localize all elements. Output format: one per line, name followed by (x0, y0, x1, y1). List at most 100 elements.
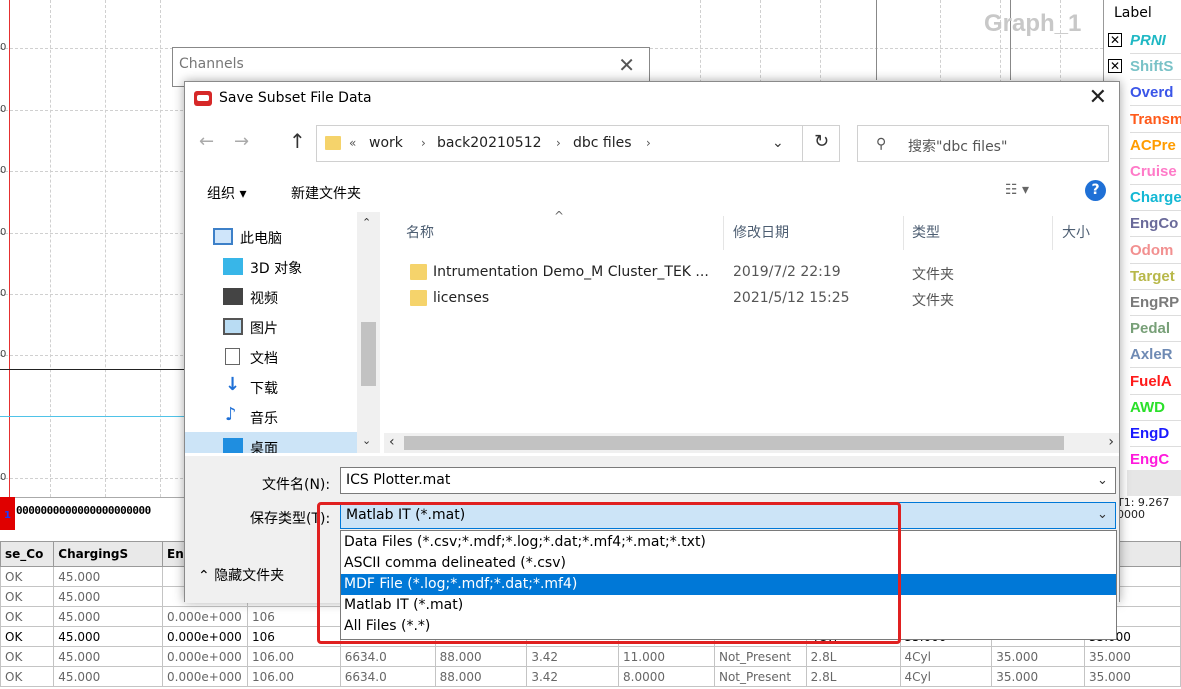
table-cell: OK (0, 626, 55, 647)
label-item[interactable]: Overd (1130, 80, 1181, 107)
chevron-right-icon[interactable]: › (646, 136, 651, 150)
close-icon[interactable]: ✕ (618, 53, 635, 77)
breadcrumb-item[interactable]: dbc files (573, 135, 632, 151)
nav-item-label: 桌面 (250, 441, 278, 453)
label-item[interactable]: Charge (1130, 185, 1181, 212)
table-cell: 3.42 (526, 646, 620, 667)
channels-title: Channels (179, 56, 244, 72)
file-row[interactable]: licenses 2021/5/12 15:25 文件夹 (404, 286, 1104, 312)
table-cell: 11.000 (618, 646, 715, 667)
nav-item-downloads[interactable]: ↓ 下载 (185, 372, 357, 402)
chevron-right-icon[interactable]: › (421, 136, 426, 150)
checkbox-icon[interactable]: ✕ (1108, 59, 1122, 74)
label-item[interactable]: EngD (1130, 421, 1181, 447)
label-item[interactable]: ShiftS (1130, 54, 1181, 81)
chevron-down-icon[interactable]: ⌄ (1097, 507, 1108, 522)
label-scrollbar[interactable] (1127, 470, 1181, 496)
nav-item-label: 音乐 (250, 411, 278, 427)
chevron-down-icon[interactable]: ⌄ (1097, 473, 1108, 488)
forward-arrow-icon[interactable]: → (234, 131, 249, 152)
graph-title: Graph_1 (984, 10, 1082, 37)
label-item[interactable]: Pedal (1130, 316, 1181, 343)
chevron-up-icon[interactable]: ⌃ (362, 216, 371, 229)
search-input[interactable]: 搜索"dbc files" (908, 136, 1007, 156)
table-cell: OK (0, 606, 55, 627)
music-icon: ♪ (225, 404, 237, 425)
nav-item-documents[interactable]: 文档 (185, 342, 357, 372)
breadcrumb-item[interactable]: work (369, 135, 403, 151)
label-item[interactable]: FuelA (1130, 369, 1181, 395)
label-item[interactable]: EngRP (1130, 290, 1181, 316)
new-folder-button[interactable]: 新建文件夹 (291, 183, 361, 203)
nav-item-desktop[interactable]: 桌面 (185, 432, 357, 453)
horizontal-scrollbar[interactable]: ‹ › (384, 433, 1119, 453)
label-item[interactable]: Transm (1130, 107, 1181, 133)
label-item[interactable]: Odom (1130, 238, 1181, 264)
file-row[interactable]: Intrumentation Demo_M Cluster_TEK ... 20… (404, 260, 1104, 286)
nav-item-label: 文档 (250, 351, 278, 367)
y-tick: 0 (0, 288, 7, 299)
refresh-button[interactable]: ↻ (802, 125, 840, 162)
checkbox-icon[interactable]: ✕ (1108, 33, 1122, 47)
nav-item-videos[interactable]: 视频 (185, 282, 357, 312)
download-icon: ↓ (225, 374, 241, 395)
file-list: ^ 名称 修改日期 类型 大小 Intrumentation Demo_M Cl… (384, 209, 1119, 453)
filename-input[interactable]: ICS Plotter.mat (340, 467, 1116, 494)
nav-item-music[interactable]: ♪ 音乐 (185, 402, 357, 432)
file-date: 2019/7/2 22:19 (733, 264, 841, 280)
file-name: Intrumentation Demo_M Cluster_TEK ... (433, 264, 709, 280)
cursor-line[interactable] (9, 0, 10, 497)
label-item[interactable]: Target (1130, 264, 1181, 290)
chevron-right-icon[interactable]: › (1108, 434, 1114, 450)
breadcrumb-item[interactable]: back20210512 (437, 135, 542, 151)
chevron-left-icon[interactable]: ‹ (389, 434, 395, 450)
view-options-icon[interactable]: ☷ ▾ (1005, 182, 1029, 198)
label-item[interactable]: AxleR (1130, 342, 1181, 369)
table-cell: Not_Present (713, 646, 807, 667)
up-arrow-icon[interactable]: ↑ (289, 129, 306, 153)
search-box[interactable]: ⚲ 搜索"dbc files" (857, 125, 1109, 162)
label-item[interactable]: AWD (1130, 395, 1181, 421)
table-cell: 106.00 (247, 646, 341, 667)
label-item[interactable]: EngCo (1130, 211, 1181, 238)
chevron-down-icon[interactable]: ⌄ (772, 135, 784, 151)
nav-item-3d-objects[interactable]: 3D 对象 (185, 252, 357, 282)
value-readout: 0000 (1117, 508, 1145, 521)
column-header[interactable]: se_Co (0, 541, 55, 567)
column-header-size[interactable]: 大小 (1062, 222, 1090, 242)
navigation-pane: 此电脑 3D 对象 视频 图片 文档 ↓ 下载 ♪ 音乐 桌面 (185, 212, 380, 453)
dialog-titlebar[interactable]: Save Subset File Data ✕ (185, 82, 1119, 118)
overflow-chevron-icon[interactable]: « (349, 136, 356, 150)
label-item[interactable]: PRNI (1130, 28, 1181, 54)
search-icon: ⚲ (876, 136, 887, 152)
y-tick: 0 (0, 349, 7, 360)
nav-scrollbar[interactable]: ⌃ ⌄ (357, 212, 380, 453)
table-row[interactable]: OK 45.000 0.000e+000 106.00 6634.0 88.000 3.42… (0, 666, 1181, 687)
nav-item-pictures[interactable]: 图片 (185, 312, 357, 342)
nav-item-this-pc[interactable]: 此电脑 (185, 222, 357, 252)
back-arrow-icon[interactable]: ← (199, 131, 214, 152)
hide-folders-button[interactable]: ⌃ 隐藏文件夹 (198, 565, 284, 585)
help-icon[interactable]: ? (1085, 180, 1106, 201)
table-cell: 45.000 (53, 666, 164, 687)
table-cell: 0.000e+000 (162, 626, 249, 647)
signal-trace (0, 369, 185, 370)
label-item[interactable]: ACPre (1130, 133, 1181, 159)
cursor-marker[interactable]: 1 (0, 497, 15, 530)
table-cell: OK (0, 646, 55, 667)
organize-button[interactable]: 组织 ▾ (207, 183, 246, 203)
nav-item-label: 3D 对象 (250, 261, 303, 277)
y-tick: 0 (0, 472, 7, 483)
column-header-name[interactable]: 名称 (406, 222, 434, 242)
scrollbar-thumb[interactable] (404, 436, 1064, 450)
close-icon[interactable]: ✕ (1089, 85, 1107, 110)
column-header-type[interactable]: 类型 (912, 222, 940, 242)
chevron-down-icon[interactable]: ⌄ (362, 434, 371, 447)
column-header-modified[interactable]: 修改日期 (733, 222, 789, 242)
address-bar[interactable]: « work › back20210512 › dbc files › ⌄ (316, 125, 840, 162)
label-item[interactable]: Cruise (1130, 159, 1181, 185)
scrollbar-thumb[interactable] (361, 322, 376, 386)
column-header[interactable]: ChargingS (53, 541, 164, 567)
chevron-right-icon[interactable]: › (556, 136, 561, 150)
table-row[interactable]: OK 45.000 0.000e+000 106.00 6634.0 88.000 3.42… (0, 646, 1181, 667)
